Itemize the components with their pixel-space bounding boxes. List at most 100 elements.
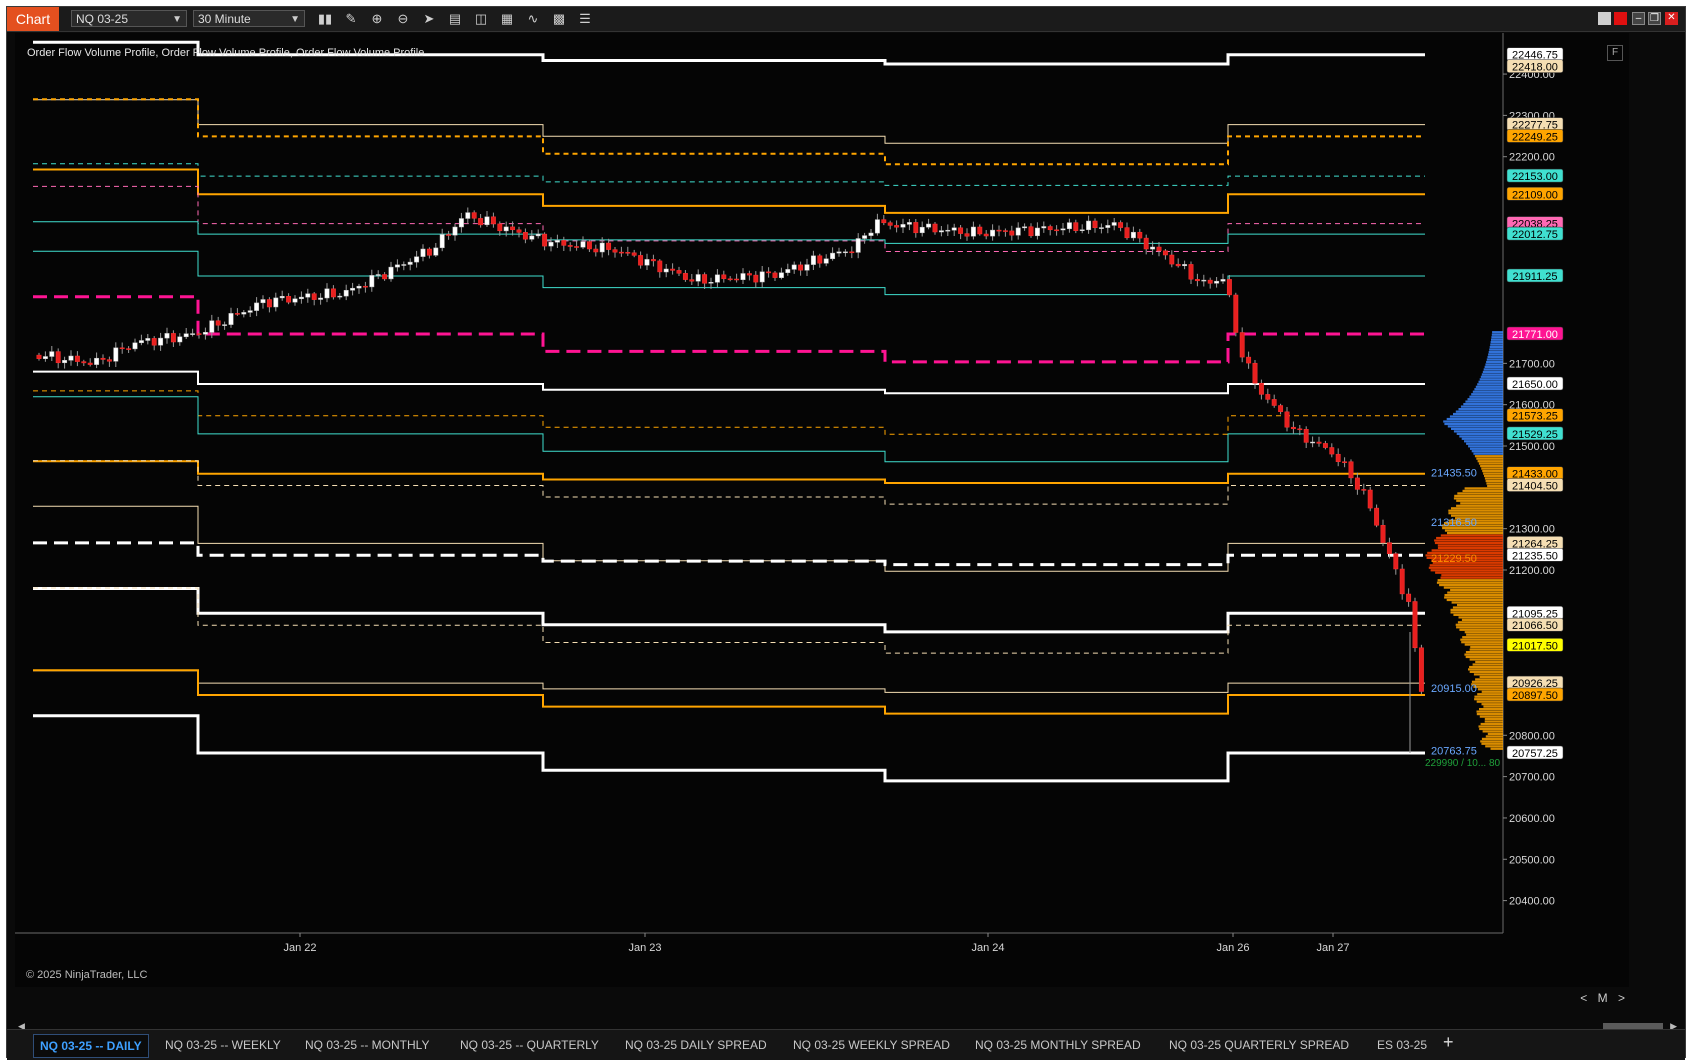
candle-up (1079, 229, 1085, 231)
candle-up (42, 356, 48, 359)
volume-profile-bar (1470, 646, 1503, 649)
candle-up (350, 287, 356, 291)
restore-icon[interactable]: ❐ (1648, 12, 1661, 25)
candle-up (343, 290, 349, 297)
mode-button[interactable]: M (1598, 991, 1608, 1005)
scroll-back-button[interactable]: < (1580, 991, 1587, 1005)
candle-up (1130, 231, 1136, 239)
candle-up (202, 332, 208, 335)
candle-down (471, 212, 477, 219)
close-icon[interactable]: ✕ (1665, 12, 1678, 25)
tab-es-03-25[interactable]: ES 03-25 (1377, 1034, 1427, 1056)
candle-up (1214, 280, 1220, 284)
volume-profile-bar (1484, 717, 1503, 721)
volume-profile-bar (1456, 499, 1503, 502)
candle-up (836, 251, 842, 254)
templates-icon[interactable]: ◫ (473, 11, 489, 27)
volume-profile-bar (1464, 440, 1503, 443)
candle-down (1361, 489, 1367, 491)
candle-down (36, 354, 42, 359)
candle-down (574, 246, 580, 248)
volume-profile-bar (1488, 353, 1503, 356)
link-color-icon[interactable] (1614, 12, 1627, 25)
tab-bar: NQ 03-25 -- DAILY NQ 03-25 -- WEEKLY NQ 03… (7, 1029, 1685, 1060)
tab-nq-03-25-monthly[interactable]: NQ 03-25 -- MONTHLY (305, 1034, 429, 1056)
chart-trader-icon[interactable]: ☰ (577, 11, 593, 27)
candle-down (1239, 332, 1245, 358)
volume-profile-bar (1450, 589, 1503, 592)
volume-profile-bar (1448, 509, 1503, 512)
candle-down (1118, 222, 1124, 228)
volume-profile-bar (1481, 737, 1503, 740)
volume-profile-bar (1476, 700, 1503, 703)
volume-profile-bar (1484, 365, 1503, 368)
strategies-icon[interactable]: ∿ (525, 11, 541, 27)
candle-up (842, 251, 848, 254)
f-button[interactable]: F (1607, 45, 1623, 61)
interval-selector[interactable]: 30 Minute ▼ (193, 10, 305, 27)
candle-down (497, 223, 503, 232)
indicators-icon[interactable]: ▩ (551, 11, 567, 27)
volume-profile-bar (1430, 569, 1503, 572)
chart-title[interactable]: Chart (7, 7, 59, 31)
volume-profile-bar (1461, 437, 1503, 440)
pointer-icon[interactable]: ➤ (421, 11, 437, 27)
candle-up (318, 297, 324, 300)
volume-profile-bar (1483, 472, 1503, 475)
candle-down (1252, 362, 1258, 384)
y-tick-label: 20800.00 (1509, 730, 1555, 742)
candle-up (548, 241, 554, 247)
candle-up (273, 297, 279, 308)
x-tick-label: Jan 27 (1316, 942, 1349, 954)
chart-window: Chart NQ 03-25 ▼ 30 Minute ▼ ▮▮ ✎ ⊕ ⊖ ➤ … (6, 6, 1686, 1060)
candle-up (228, 313, 234, 325)
candle-down (1073, 222, 1079, 231)
tab-nq-03-25-daily[interactable]: NQ 03-25 -- DAILY (33, 1034, 149, 1058)
volume-profile-bar (1459, 435, 1503, 438)
scroll-forward-button[interactable]: > (1618, 991, 1625, 1005)
tab-nq-03-25-weekly-spread[interactable]: NQ 03-25 WEEKLY SPREAD (793, 1034, 950, 1056)
minimize-icon[interactable]: – (1632, 12, 1645, 25)
navigation-buttons: < M > (1573, 991, 1625, 1005)
draw-tools-icon[interactable]: ✎ (343, 11, 359, 27)
tab-nq-03-25-quarterly[interactable]: NQ 03-25 -- QUARTERLY (460, 1034, 599, 1056)
volume-profile-bar (1483, 705, 1503, 708)
volume-profile-bar (1474, 698, 1503, 701)
candle-up (874, 219, 880, 234)
candle-up (1098, 227, 1104, 229)
add-tab-button[interactable]: + (1443, 1032, 1454, 1053)
volume-profile-bar (1465, 400, 1503, 403)
candle-down (286, 296, 292, 303)
volume-profile-bar (1469, 648, 1503, 651)
tab-nq-03-25-monthly-spread[interactable]: NQ 03-25 MONTHLY SPREAD (975, 1034, 1141, 1056)
chart-canvas[interactable]: 22400.0022300.0022200.0021700.0021600.00… (15, 33, 1629, 987)
bar-type-icon[interactable]: ▮▮ (317, 11, 333, 27)
candle-up (183, 333, 189, 338)
candle-up (388, 266, 394, 280)
tab-nq-03-25-weekly[interactable]: NQ 03-25 -- WEEKLY (165, 1034, 281, 1056)
volume-profile-bar (1444, 594, 1503, 597)
tab-nq-03-25-quarterly-spread[interactable]: NQ 03-25 QUARTERLY SPREAD (1169, 1034, 1349, 1056)
volume-profile-bar (1471, 393, 1503, 396)
candle-up (113, 347, 119, 362)
tab-nq-03-25-daily-spread[interactable]: NQ 03-25 DAILY SPREAD (625, 1034, 767, 1056)
zoom-in-icon[interactable]: ⊕ (369, 11, 385, 27)
properties-icon[interactable]: ▦ (499, 11, 515, 27)
volume-profile-bar (1485, 363, 1503, 366)
candle-down (215, 320, 221, 326)
candle-up (356, 285, 362, 289)
data-box-icon[interactable]: ▤ (447, 11, 463, 27)
volume-profile-bar (1468, 668, 1503, 671)
window-mode-icon[interactable] (1598, 12, 1611, 25)
instrument-selector[interactable]: NQ 03-25 ▼ (71, 10, 187, 27)
candle-up (414, 256, 420, 263)
candle-up (401, 264, 407, 266)
candle-up (855, 238, 861, 253)
candle-down (87, 362, 93, 365)
candle-down (689, 279, 695, 282)
zoom-out-icon[interactable]: ⊖ (395, 11, 411, 27)
chart-panel[interactable]: 22400.00 22300.00 22200.00 21700.00 21600.00… (15, 33, 1629, 1005)
volume-profile-bar (1475, 660, 1503, 664)
candle-up (580, 241, 586, 248)
volume-profile-bar (1488, 351, 1503, 354)
